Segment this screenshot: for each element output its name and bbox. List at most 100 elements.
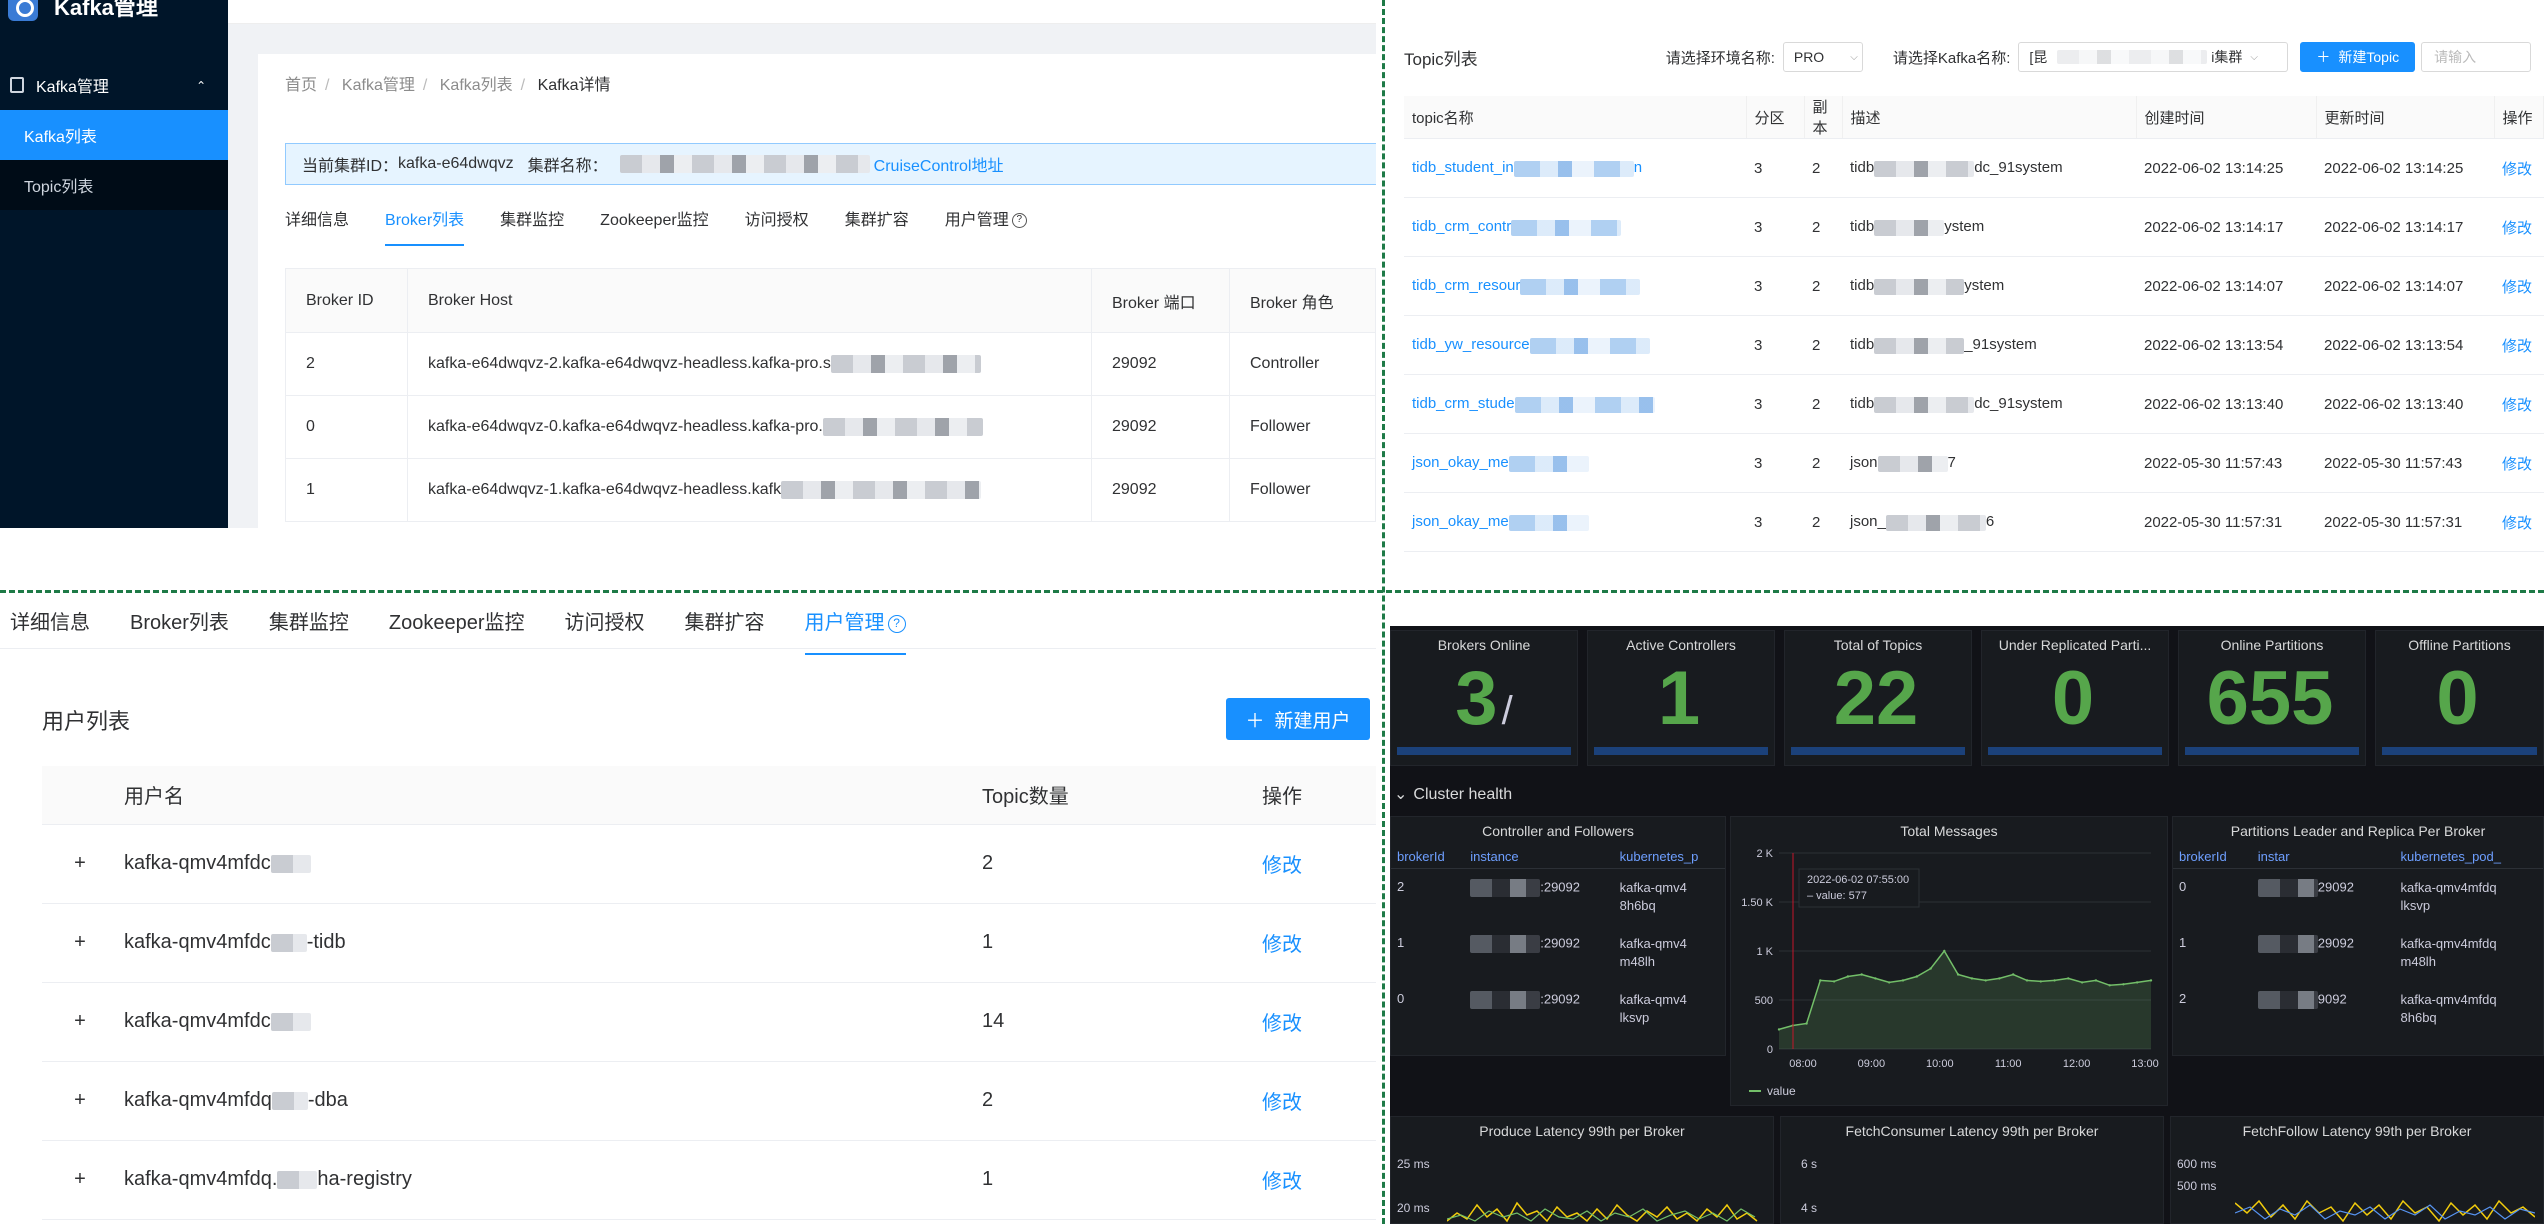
edit-link[interactable]: 修改 xyxy=(1262,1092,1302,1114)
cruise-control-link[interactable]: CruiseControl地址 xyxy=(874,152,1004,176)
sidebar-group-kafka[interactable]: Kafka管理 ⌄ xyxy=(0,60,228,110)
topic-name-tail[interactable]: n xyxy=(1634,159,1642,176)
expand-icon[interactable]: + xyxy=(74,1168,86,1190)
description-tail: ystem xyxy=(1944,218,1985,236)
topic-name-cell: tidb_yw_resource xyxy=(1404,315,1746,375)
breadcrumb-kafka-list[interactable]: Kafka列表 xyxy=(440,77,513,94)
tab-access-auth[interactable]: 访问授权 xyxy=(745,206,809,246)
quadrant-divider-horizontal xyxy=(0,590,2544,593)
edit-link[interactable]: 修改 xyxy=(2502,279,2532,296)
expand-icon[interactable]: + xyxy=(74,852,86,874)
redacted-description xyxy=(1874,278,1965,295)
total-messages-chart[interactable]: 0 500 1 K 1.50 K 2 K 08:00 09:00 10:00 11:00 12:0… xyxy=(1731,839,2167,1101)
partitions-cell: 3 xyxy=(1746,374,1804,434)
topic-name-link[interactable]: json_okay_me xyxy=(1412,513,1509,530)
col-broker-host: Broker Host xyxy=(407,268,1092,333)
sidebar-item-topic-list[interactable]: Topic列表 xyxy=(0,160,228,210)
description-tail: 7 xyxy=(1947,454,1956,472)
data-point xyxy=(1874,977,1877,980)
edit-link[interactable]: 修改 xyxy=(2502,220,2532,237)
col-replicas: 副本 xyxy=(1804,96,1843,139)
new-topic-button[interactable]: ＋ 新建Topic xyxy=(2300,42,2416,72)
table-row: json_okay_me 3 2 json_ 6 2022-05-30 11:57:31 2… xyxy=(1404,492,2544,552)
description-text: tidb xyxy=(1850,277,1875,295)
stat-panel[interactable]: Brokers Online 3/ xyxy=(1390,630,1578,766)
kafka-logo-icon xyxy=(8,0,38,21)
kafka-select[interactable]: [昆 i集群 ⌵ xyxy=(2018,42,2289,72)
new-user-button[interactable]: ＋ 新建用户 xyxy=(1226,698,1370,740)
col-username: 用户名 xyxy=(118,766,976,825)
tab-broker-list[interactable]: Broker列表 xyxy=(385,206,465,246)
tab-cluster-monitor[interactable]: 集群监控 xyxy=(500,206,564,246)
description-text: json xyxy=(1850,454,1878,472)
topic-name-link[interactable]: tidb_yw_resource xyxy=(1412,336,1530,353)
edit-link[interactable]: 修改 xyxy=(2502,515,2532,532)
edit-link[interactable]: 修改 xyxy=(2502,338,2532,355)
edit-link[interactable]: 修改 xyxy=(1262,855,1302,877)
table-row: tidb_crm_resour 3 2 tidb ystem 2022-06-02 13:… xyxy=(1404,256,2544,316)
action-cell: 修改 xyxy=(1256,1061,1376,1141)
topic-name-link[interactable]: tidb_crm_stude xyxy=(1412,395,1515,412)
expand-icon[interactable]: + xyxy=(74,1010,86,1032)
tab-zookeeper-monitor[interactable]: Zookeeper监控 xyxy=(600,206,709,246)
topic-name-link[interactable]: tidb_crm_resour xyxy=(1412,277,1520,294)
expand-icon[interactable]: + xyxy=(74,931,86,953)
controller-followers-panel: Controller and Followers brokerId instan… xyxy=(1390,816,1726,1056)
edit-link[interactable]: 修改 xyxy=(1262,1013,1302,1035)
updated-cell: 2022-06-02 13:13:54 xyxy=(2316,315,2494,375)
edit-link[interactable]: 修改 xyxy=(1262,934,1302,956)
edit-link[interactable]: 修改 xyxy=(2502,161,2532,178)
tab-user-manage[interactable]: 用户管理? xyxy=(945,206,1027,246)
stat-panel[interactable]: Online Partitions 655 xyxy=(2178,630,2366,766)
edit-link[interactable]: 修改 xyxy=(2502,397,2532,414)
env-select[interactable]: PRO ⌵ xyxy=(1782,42,1863,72)
stat-value: 0 xyxy=(2436,656,2479,741)
stat-panel[interactable]: Active Controllers 1 xyxy=(1587,630,1775,766)
username-text: kafka-qmv4mfdc xyxy=(124,931,271,953)
stat-value-row: 0 xyxy=(2376,659,2543,751)
panel-title: Partitions Leader and Replica Per Broker xyxy=(2230,823,2486,839)
stat-panel[interactable]: Under Replicated Parti... 0 xyxy=(1981,630,2169,766)
broker-role: Controller xyxy=(1229,332,1376,396)
sidebar-item-kafka-list[interactable]: Kafka列表 xyxy=(0,110,228,160)
tab-cluster-expand[interactable]: 集群扩容 xyxy=(845,206,909,246)
sidebar-group-label: Kafka管理 xyxy=(36,79,109,96)
replicas-cell: 2 xyxy=(1804,374,1842,434)
table-row: 0 kafka-e64dwqvz-0.kafka-e64dwqvz-headle… xyxy=(285,395,1376,459)
table-row: + kafka-qmv4mfdc 2 修改 xyxy=(42,824,1376,904)
col-broker-id: brokerId xyxy=(2173,845,2252,869)
stat-panel[interactable]: Offline Partitions 0 xyxy=(2375,630,2544,766)
stat-title: Total of Topics xyxy=(1833,637,1923,653)
updated-cell: 2022-05-30 11:57:31 xyxy=(2316,492,2494,552)
username-tail: -dba xyxy=(307,1089,348,1111)
stat-panel[interactable]: Total of Topics 22 xyxy=(1784,630,1972,766)
cluster-id-label: 当前集群ID： xyxy=(302,158,399,175)
breadcrumb-home[interactable]: 首页 xyxy=(285,77,317,94)
tab-user-manage-label: 用户管理 xyxy=(944,212,1009,229)
redacted-topic-name xyxy=(1508,455,1589,472)
redacted-kafka-name xyxy=(2057,50,2208,64)
redacted-description xyxy=(1877,455,1948,472)
topic-search-input[interactable]: 请输入 xyxy=(2421,42,2532,72)
redacted-username xyxy=(277,1170,318,1189)
table-row: 0:29092 kafka-qmv4 lksvp xyxy=(1391,981,1725,1037)
action-cell: 修改 xyxy=(1256,824,1376,904)
breadcrumb-kafka-manage[interactable]: Kafka管理 xyxy=(342,77,415,94)
topic-name-link[interactable]: tidb_student_in xyxy=(1412,159,1514,176)
breadcrumb-kafka-detail: Kafka详情 xyxy=(537,77,611,94)
edit-link[interactable]: 修改 xyxy=(1262,1171,1302,1193)
edit-link[interactable]: 修改 xyxy=(2502,456,2532,473)
broker-port: 29092 xyxy=(1091,395,1230,459)
user-table: 用户名 Topic数量 操作 + kafka-qmv4mfdc 2 修改 + kafka-… xyxy=(42,766,1376,1220)
cluster-health-row[interactable]: ⌄ Cluster health xyxy=(1394,784,1512,804)
topic-name-link[interactable]: tidb_crm_contr xyxy=(1412,218,1511,235)
topic-name-link[interactable]: json_okay_me xyxy=(1412,454,1509,471)
expand-icon[interactable]: + xyxy=(74,1089,86,1111)
instance-cell: :29092 xyxy=(1464,925,1613,981)
table-row: tidb_crm_contr 3 2 tidb ystem 2022-06-02 13:1… xyxy=(1404,197,2544,257)
data-point xyxy=(1915,975,1918,978)
partitions-panel: Partitions Leader and Replica Per Broker… xyxy=(2172,816,2544,1056)
tab-details[interactable]: 详细信息 xyxy=(285,206,349,246)
updated-cell: 2022-06-02 13:13:40 xyxy=(2316,374,2494,434)
partitions-cell: 3 xyxy=(1746,138,1804,198)
